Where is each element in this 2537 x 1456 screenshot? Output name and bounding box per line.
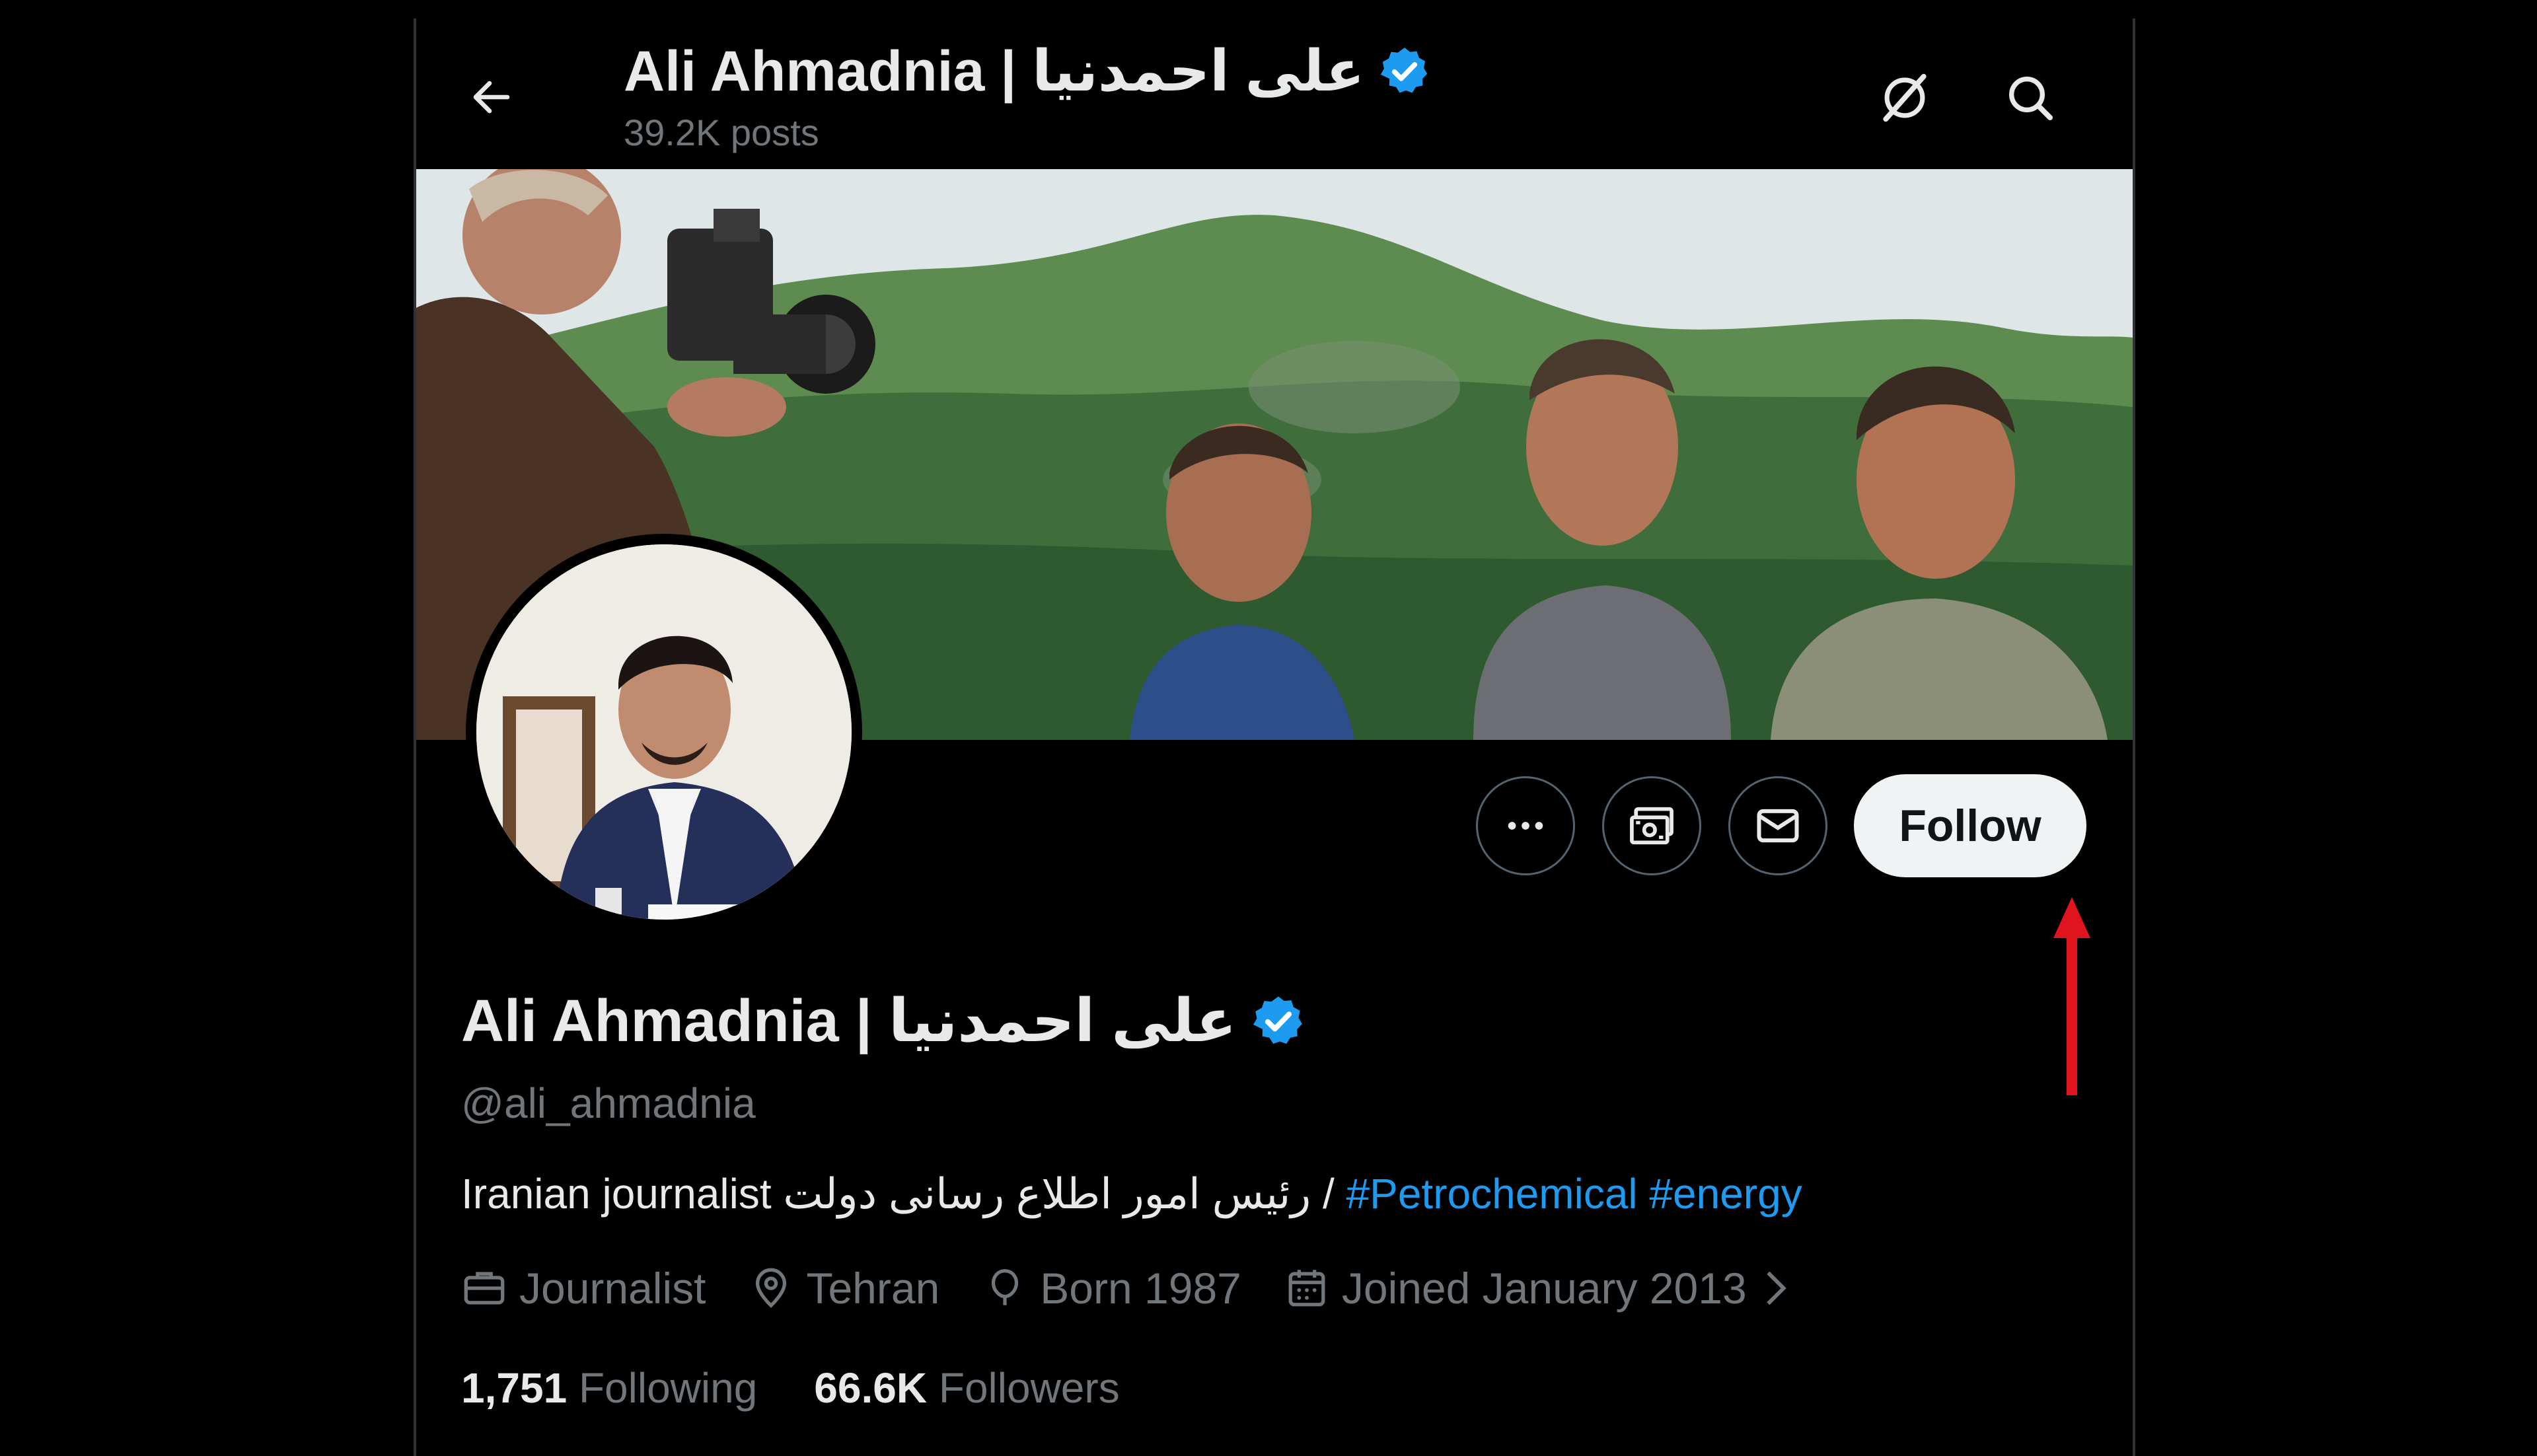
followers-label: Followers (938, 1364, 1120, 1412)
follow-stats: 1,751 Following 66.6K Followers (461, 1364, 1120, 1412)
header-title: Ali Ahmadnia | علی احمدنیا (624, 40, 1365, 103)
followers-link[interactable]: 66.6K Followers (814, 1364, 1119, 1412)
profile-header: Ali Ahmadnia | علی احمدنیا 39.2K posts (416, 18, 2133, 169)
arrow-left-icon (473, 81, 510, 114)
bio-text: Iranian journalist رئیس امور اطلاع رسانی… (461, 1170, 1346, 1218)
follow-button[interactable]: Follow (1854, 774, 2086, 877)
location-label: Tehran (806, 1264, 940, 1313)
grok-button[interactable] (1872, 65, 1938, 131)
posts-count: 39.2K posts (624, 112, 819, 153)
hashtag-link[interactable]: #Petrochemical (1346, 1170, 1638, 1218)
more-button[interactable] (1476, 776, 1575, 875)
following-count: 1,751 (461, 1364, 568, 1412)
birth-label: Born 1987 (1040, 1264, 1241, 1313)
avatar-portrait (476, 544, 852, 920)
money-subscribe-icon (1630, 807, 1673, 845)
verified-badge-icon (1381, 48, 1428, 93)
location-item: Tehran (748, 1263, 939, 1313)
calendar-icon (1288, 1270, 1325, 1307)
following-label: Following (578, 1364, 758, 1412)
grok-icon (1883, 73, 1927, 122)
avatar-photo (476, 544, 852, 920)
more-horizontal-icon (1508, 822, 1543, 830)
chevron-right-icon (1766, 1271, 1786, 1305)
annotation-arrow (2053, 897, 2090, 1095)
profession-label: Journalist (519, 1264, 706, 1313)
hashtag-link[interactable]: #energy (1649, 1170, 1802, 1218)
search-button[interactable] (1997, 65, 2063, 131)
envelope-icon (1757, 809, 1799, 843)
following-link[interactable]: 1,751 Following (461, 1364, 757, 1412)
subscribe-button[interactable] (1602, 776, 1701, 875)
profession-item: Journalist (461, 1263, 706, 1313)
birth-item: Born 1987 (982, 1263, 1241, 1313)
profile-meta: Journalist Tehran Born 1987 Joined Janua… (461, 1263, 1835, 1313)
briefcase-icon (464, 1272, 505, 1305)
joined-item[interactable]: Joined January 2013 (1284, 1263, 1793, 1313)
profile-display-name: Ali Ahmadnia | علی احمدنیا (461, 988, 1237, 1054)
profile-avatar[interactable] (466, 534, 862, 930)
profile-page: Ali Ahmadnia | علی احمدنیا 39.2K posts F… (414, 18, 2135, 1456)
location-pin-icon (756, 1268, 787, 1308)
balloon-icon (992, 1269, 1019, 1305)
verified-badge-icon (1253, 996, 1302, 1044)
message-button[interactable] (1728, 776, 1827, 875)
back-button[interactable] (459, 65, 524, 129)
search-icon (2009, 77, 2053, 120)
followers-count: 66.6K (814, 1364, 928, 1412)
profile-handle: @ali_ahmadnia (461, 1079, 756, 1127)
joined-label: Joined January 2013 (1341, 1264, 1747, 1313)
profile-bio: Iranian journalist رئیس امور اطلاع رسانی… (461, 1169, 1802, 1219)
